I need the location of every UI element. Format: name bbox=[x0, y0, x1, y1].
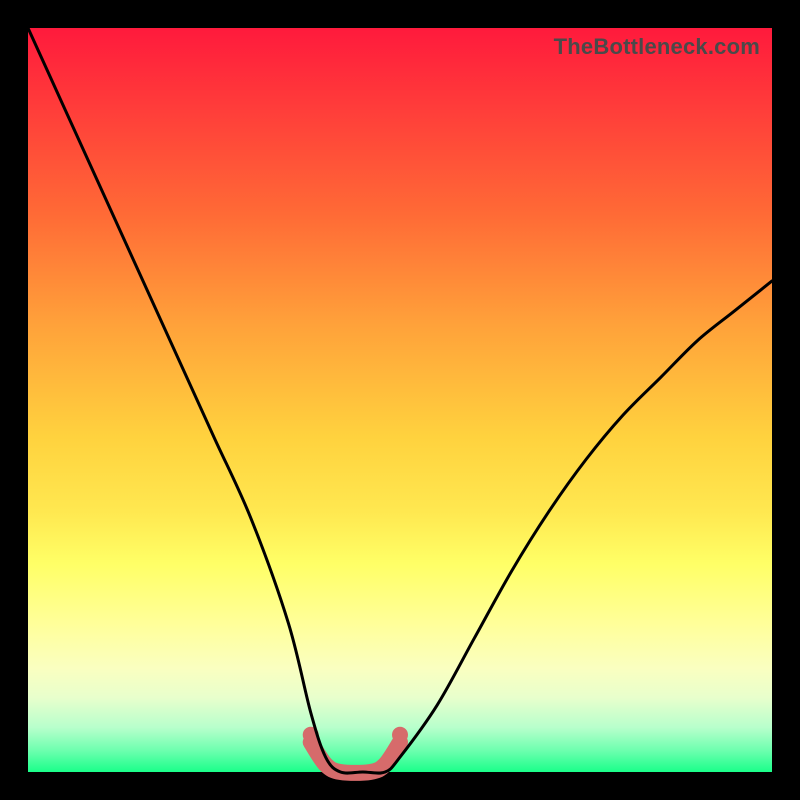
bottleneck-curve bbox=[28, 28, 772, 773]
trough-highlight bbox=[311, 742, 400, 773]
trough-dot bbox=[392, 727, 408, 743]
chart-frame: TheBottleneck.com bbox=[0, 0, 800, 800]
chart-svg bbox=[28, 28, 772, 772]
plot-area: TheBottleneck.com bbox=[28, 28, 772, 772]
